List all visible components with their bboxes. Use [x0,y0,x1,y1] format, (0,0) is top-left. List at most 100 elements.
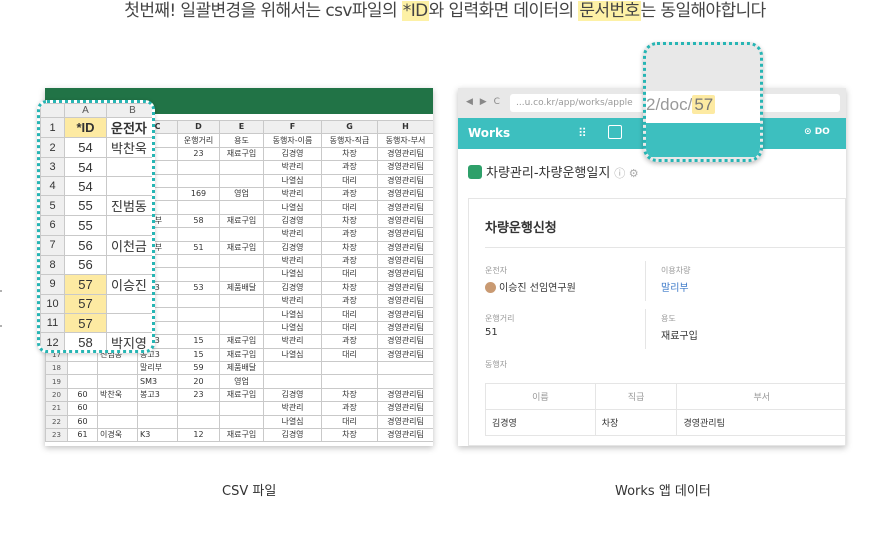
cell[interactable]: 김경영 [263,240,322,255]
cell[interactable] [67,361,98,376]
cell[interactable]: 이경욱 [97,427,138,443]
cell[interactable]: 운행거리 [177,133,220,148]
column-header[interactable]: E [219,119,264,135]
cell[interactable]: 나열심 [263,267,322,282]
cell[interactable]: 과장 [321,186,378,202]
cell[interactable]: 경영관리팀 [377,173,433,188]
row-number[interactable]: 22 [45,414,68,429]
cell[interactable] [137,401,178,416]
top-right-menu[interactable]: ⊙ DO [804,127,830,137]
cell[interactable] [177,160,220,175]
cell[interactable] [377,374,433,389]
cell[interactable]: 박찬욱 [97,387,138,403]
cell[interactable]: 대리 [321,173,378,188]
cell[interactable]: 나열심 [263,173,322,188]
cell[interactable]: 61 [67,427,98,443]
cell[interactable] [177,200,220,215]
column-header[interactable]: G [321,119,378,135]
cell[interactable] [177,307,220,322]
cell[interactable]: 김경영 [263,387,322,403]
cell[interactable]: 60 [67,401,98,416]
grid-icon[interactable]: ⠿ [578,126,587,140]
cell[interactable] [97,414,138,429]
cell[interactable] [219,294,264,309]
cell[interactable] [97,401,138,416]
cell[interactable]: 12 [177,427,220,443]
cell[interactable]: 김경영 [263,213,322,229]
cell[interactable] [219,401,264,416]
row-number[interactable]: 18 [45,361,68,376]
cell[interactable]: 재료구입 [219,213,264,229]
cell[interactable]: 경영관리팀 [377,334,433,349]
cell[interactable]: 대리 [321,200,378,215]
cell[interactable]: 박관리 [263,253,322,269]
cell[interactable]: 169 [177,186,220,202]
row-number[interactable]: 23 [45,427,68,443]
cell[interactable]: 김경영 [263,146,322,162]
cell[interactable]: 재료구입 [219,334,264,349]
cell[interactable] [97,374,138,389]
cell[interactable] [263,361,322,376]
cell[interactable]: 경영관리팀 [377,387,433,403]
cell[interactable]: 59 [177,361,220,376]
cell[interactable]: SM3 [137,374,178,389]
cell[interactable]: 과장 [321,401,378,416]
cell[interactable]: 과장 [321,294,378,309]
cell[interactable]: 경영관리팀 [377,414,433,429]
cell[interactable]: 동행자-직급 [321,133,378,148]
cell[interactable]: 경영관리팀 [377,294,433,309]
cell[interactable] [177,173,220,188]
cell[interactable]: 재료구입 [219,240,264,255]
column-header[interactable]: F [263,119,322,135]
cell[interactable]: 영업 [219,186,264,202]
cell[interactable] [219,200,264,215]
cell[interactable] [219,267,264,282]
cell[interactable]: 박관리 [263,227,322,242]
cell[interactable]: 나열심 [263,307,322,322]
cell[interactable]: 대리 [321,347,378,363]
cell[interactable]: 15 [177,347,220,363]
cell[interactable]: 경영관리팀 [377,280,433,296]
cell[interactable] [67,374,98,389]
cell[interactable]: 나열심 [263,414,322,429]
cell[interactable] [219,160,264,175]
cell[interactable]: 박관리 [263,401,322,416]
cell[interactable]: 대리 [321,320,378,336]
cell[interactable] [219,320,264,336]
cell[interactable]: 김경영 [263,427,322,443]
cell[interactable]: 박관리 [263,186,322,202]
cell[interactable]: 51 [177,240,220,255]
cell[interactable]: 경영관리팀 [377,347,433,363]
cell[interactable] [177,253,220,269]
cell[interactable] [177,414,220,429]
cell[interactable]: 경영관리팀 [377,320,433,336]
cell[interactable]: 재료구입 [219,347,264,363]
cell[interactable]: 60 [67,387,98,403]
cell[interactable]: 차장 [321,280,378,296]
cell[interactable] [219,307,264,322]
cell[interactable]: 동행자-이름 [263,133,322,148]
cell[interactable]: 나열심 [263,347,322,363]
cell[interactable] [177,294,220,309]
cell[interactable]: 58 [177,213,220,229]
cell[interactable]: 차장 [321,387,378,403]
cell[interactable]: 박관리 [263,334,322,349]
cell[interactable]: 대리 [321,307,378,322]
cell[interactable]: 나열심 [263,200,322,215]
cell[interactable]: K3 [137,427,178,443]
vehicle-value[interactable]: 말리부 [661,279,689,294]
cell[interactable] [321,361,378,376]
cell[interactable] [219,253,264,269]
cell[interactable]: 차장 [321,213,378,229]
cell[interactable]: 차장 [321,240,378,255]
cell[interactable] [321,374,378,389]
row-number[interactable]: 19 [45,374,68,389]
cell[interactable] [97,361,138,376]
cell[interactable] [219,173,264,188]
cell[interactable]: 차장 [321,146,378,162]
cell[interactable]: 53 [177,280,220,296]
cell[interactable]: 경영관리팀 [377,160,433,175]
column-header[interactable]: D [177,119,220,135]
cell[interactable]: 차장 [321,427,378,443]
cell[interactable]: 과장 [321,227,378,242]
